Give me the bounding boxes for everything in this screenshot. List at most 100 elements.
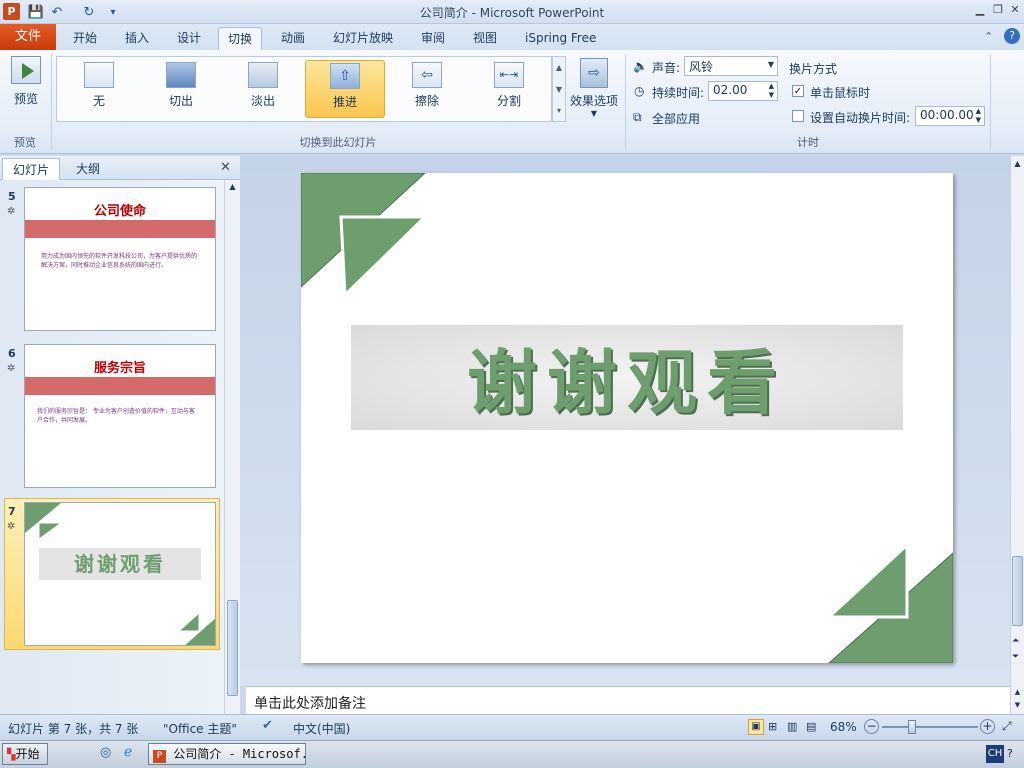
- clock-icon: ◷: [634, 84, 645, 98]
- transition-none-icon: [84, 62, 114, 88]
- zoom-out-icon[interactable]: −: [864, 719, 879, 734]
- zoom-level[interactable]: 68%: [830, 720, 857, 734]
- minimize-icon[interactable]: ▁: [972, 3, 988, 17]
- taskbar-item-powerpoint[interactable]: P 公司简介 - Microsof...: [148, 743, 306, 765]
- scroll-thumb[interactable]: [1012, 556, 1023, 626]
- ribbon: 预览 预览 无 切出 淡出 ⇧ 推进 ⇦ 擦除 ⇤⇥ 分割 ▲ ▼ ▾ ⇨ 效果选项 …: [0, 50, 1024, 154]
- thumb-band: [25, 377, 215, 395]
- sound-icon: 🔈: [633, 59, 648, 73]
- slide-sorter-icon[interactable]: ⊞: [768, 720, 777, 733]
- slide-thumbnail-7[interactable]: 谢谢观看: [24, 502, 216, 646]
- thanks-text[interactable]: 谢谢观看: [467, 327, 787, 428]
- show-desktop-icon[interactable]: ◎: [100, 745, 111, 760]
- transition-split[interactable]: ⇤⇥ 分割: [469, 60, 549, 118]
- top-left-corner-decoration: [301, 173, 429, 298]
- help-icon[interactable]: ?: [1004, 28, 1020, 44]
- spellcheck-icon[interactable]: ✔: [262, 718, 273, 733]
- corner-decoration: [25, 503, 63, 540]
- bottom-right-corner-decoration: [827, 545, 953, 663]
- close-icon[interactable]: ✕: [1007, 3, 1023, 17]
- zoom-slider[interactable]: [882, 726, 978, 728]
- tab-transitions[interactable]: 切换: [218, 27, 263, 50]
- zoom-in-icon[interactable]: +: [980, 719, 995, 734]
- tab-slides[interactable]: 幻灯片: [2, 158, 61, 180]
- tab-animations[interactable]: 动画: [272, 27, 314, 50]
- after-time-label: 设置自动换片时间:: [810, 111, 911, 125]
- restore-icon[interactable]: ❐: [990, 3, 1006, 17]
- ie-icon[interactable]: ℯ: [124, 744, 132, 760]
- start-button[interactable]: ▚开始: [2, 743, 48, 765]
- ime-indicator[interactable]: CH: [986, 745, 1004, 763]
- tab-view[interactable]: 视图: [464, 27, 506, 50]
- next-slide-icon[interactable]: ⏷: [1012, 652, 1019, 662]
- duration-label: 持续时间:: [652, 86, 705, 100]
- dropdown-arrow-icon: ▼: [767, 60, 774, 69]
- after-time-spinner[interactable]: 00:00.00 ▲ ▼: [915, 106, 985, 126]
- transition-push-icon: ⇧: [330, 63, 360, 89]
- slideshow-view-icon[interactable]: ▤: [806, 720, 816, 733]
- on-click-label: 单击鼠标时: [810, 86, 871, 100]
- spin-icon[interactable]: ▲ ▼: [769, 82, 774, 100]
- preview-label: 预览: [13, 92, 38, 106]
- advance-slide-title: 换片方式: [789, 62, 838, 76]
- close-pane-icon[interactable]: ✕: [220, 160, 231, 175]
- gallery-scroll[interactable]: ▲ ▼ ▾: [552, 56, 566, 122]
- minimize-ribbon-icon[interactable]: ⌃: [984, 30, 993, 43]
- normal-view-icon[interactable]: ▣: [748, 719, 764, 735]
- scroll-up-icon[interactable]: ▲: [1011, 159, 1024, 168]
- transition-cut[interactable]: 切出: [141, 60, 221, 118]
- gallery-more-icon[interactable]: ▾: [553, 101, 565, 121]
- transition-none[interactable]: 无: [59, 60, 139, 118]
- reading-view-icon[interactable]: ▥: [787, 720, 797, 733]
- effect-options-icon: ⇨: [580, 58, 608, 88]
- file-tab[interactable]: 文件: [0, 24, 56, 50]
- transition-wipe[interactable]: ⇦ 擦除: [387, 60, 467, 118]
- tab-insert[interactable]: 插入: [116, 27, 158, 50]
- group-separator: [51, 54, 52, 150]
- tab-review[interactable]: 审阅: [412, 27, 454, 50]
- duration-spinner[interactable]: 02.00 ▲ ▼: [708, 81, 778, 101]
- language-indicator[interactable]: 中文(中国): [293, 720, 350, 737]
- slide-thumbnail-6[interactable]: 服务宗旨 我们的服务宗旨是： 专业为客户创造价值的软件，互动与客户合作，共同发展…: [24, 344, 216, 488]
- tab-home[interactable]: 开始: [64, 27, 106, 50]
- scroll-up-icon[interactable]: ▲: [225, 182, 240, 191]
- notes-scrollbar[interactable]: ▲ ▼: [1010, 686, 1024, 714]
- transition-fade[interactable]: 淡出: [223, 60, 303, 118]
- transition-gallery: 无 切出 淡出 ⇧ 推进 ⇦ 擦除 ⇤⇥ 分割: [56, 56, 552, 122]
- current-slide[interactable]: 谢谢观看: [301, 173, 953, 663]
- after-time-checkbox[interactable]: [792, 110, 804, 122]
- transition-group-label: 切换到此幻灯片: [299, 136, 377, 149]
- ime-help-icon[interactable]: ?: [1007, 747, 1013, 760]
- slide-scrollbar[interactable]: ▲ ⏶ ⏷: [1010, 156, 1024, 686]
- effect-options-label: 效果选项: [569, 94, 618, 108]
- fit-to-window-icon[interactable]: ⤢: [1002, 719, 1012, 734]
- transition-wipe-icon: ⇦: [412, 62, 442, 88]
- slide-counter: 幻灯片 第 7 张，共 7 张: [8, 722, 139, 736]
- sound-label: 声音:: [652, 61, 681, 75]
- apply-all-button[interactable]: 全部应用: [652, 110, 700, 127]
- slide-thumbnail-5[interactable]: 公司使命 努力成为国内领先的软件开发科技公司，为客户提供优质的解决方案，同时推动…: [24, 187, 216, 331]
- thanks-banner[interactable]: 谢谢观看: [351, 325, 903, 430]
- on-click-checkbox[interactable]: ✓: [792, 85, 804, 97]
- notes-pane[interactable]: 单击此处添加备注: [246, 686, 1010, 714]
- transition-split-icon: ⇤⇥: [494, 62, 524, 88]
- sound-select[interactable]: 风铃 ▼: [684, 56, 778, 76]
- group-separator: [990, 54, 991, 150]
- preview-button[interactable]: 预览: [4, 54, 48, 114]
- thumbnail-scrollbar[interactable]: ▲: [224, 180, 240, 714]
- animation-star-icon: ✲: [7, 363, 16, 374]
- transition-push[interactable]: ⇧ 推进: [305, 60, 385, 118]
- scroll-thumb[interactable]: [227, 600, 238, 696]
- tab-slideshow[interactable]: 幻灯片放映: [324, 27, 402, 50]
- gallery-up-icon[interactable]: ▲: [553, 57, 565, 79]
- effect-options-button[interactable]: ⇨ 效果选项 ▼: [568, 56, 620, 126]
- spin-icon[interactable]: ▲ ▼: [976, 107, 981, 125]
- transition-cut-icon: [166, 62, 196, 88]
- gallery-down-icon[interactable]: ▼: [553, 79, 565, 101]
- zoom-slider-handle[interactable]: [908, 720, 916, 734]
- tab-design[interactable]: 设计: [168, 27, 210, 50]
- previous-slide-icon[interactable]: ⏶: [1012, 636, 1019, 646]
- tab-ispring[interactable]: iSpring Free: [516, 27, 605, 50]
- tab-outline[interactable]: 大纲: [66, 158, 110, 180]
- effect-options-arrow-icon: ▼: [590, 109, 598, 118]
